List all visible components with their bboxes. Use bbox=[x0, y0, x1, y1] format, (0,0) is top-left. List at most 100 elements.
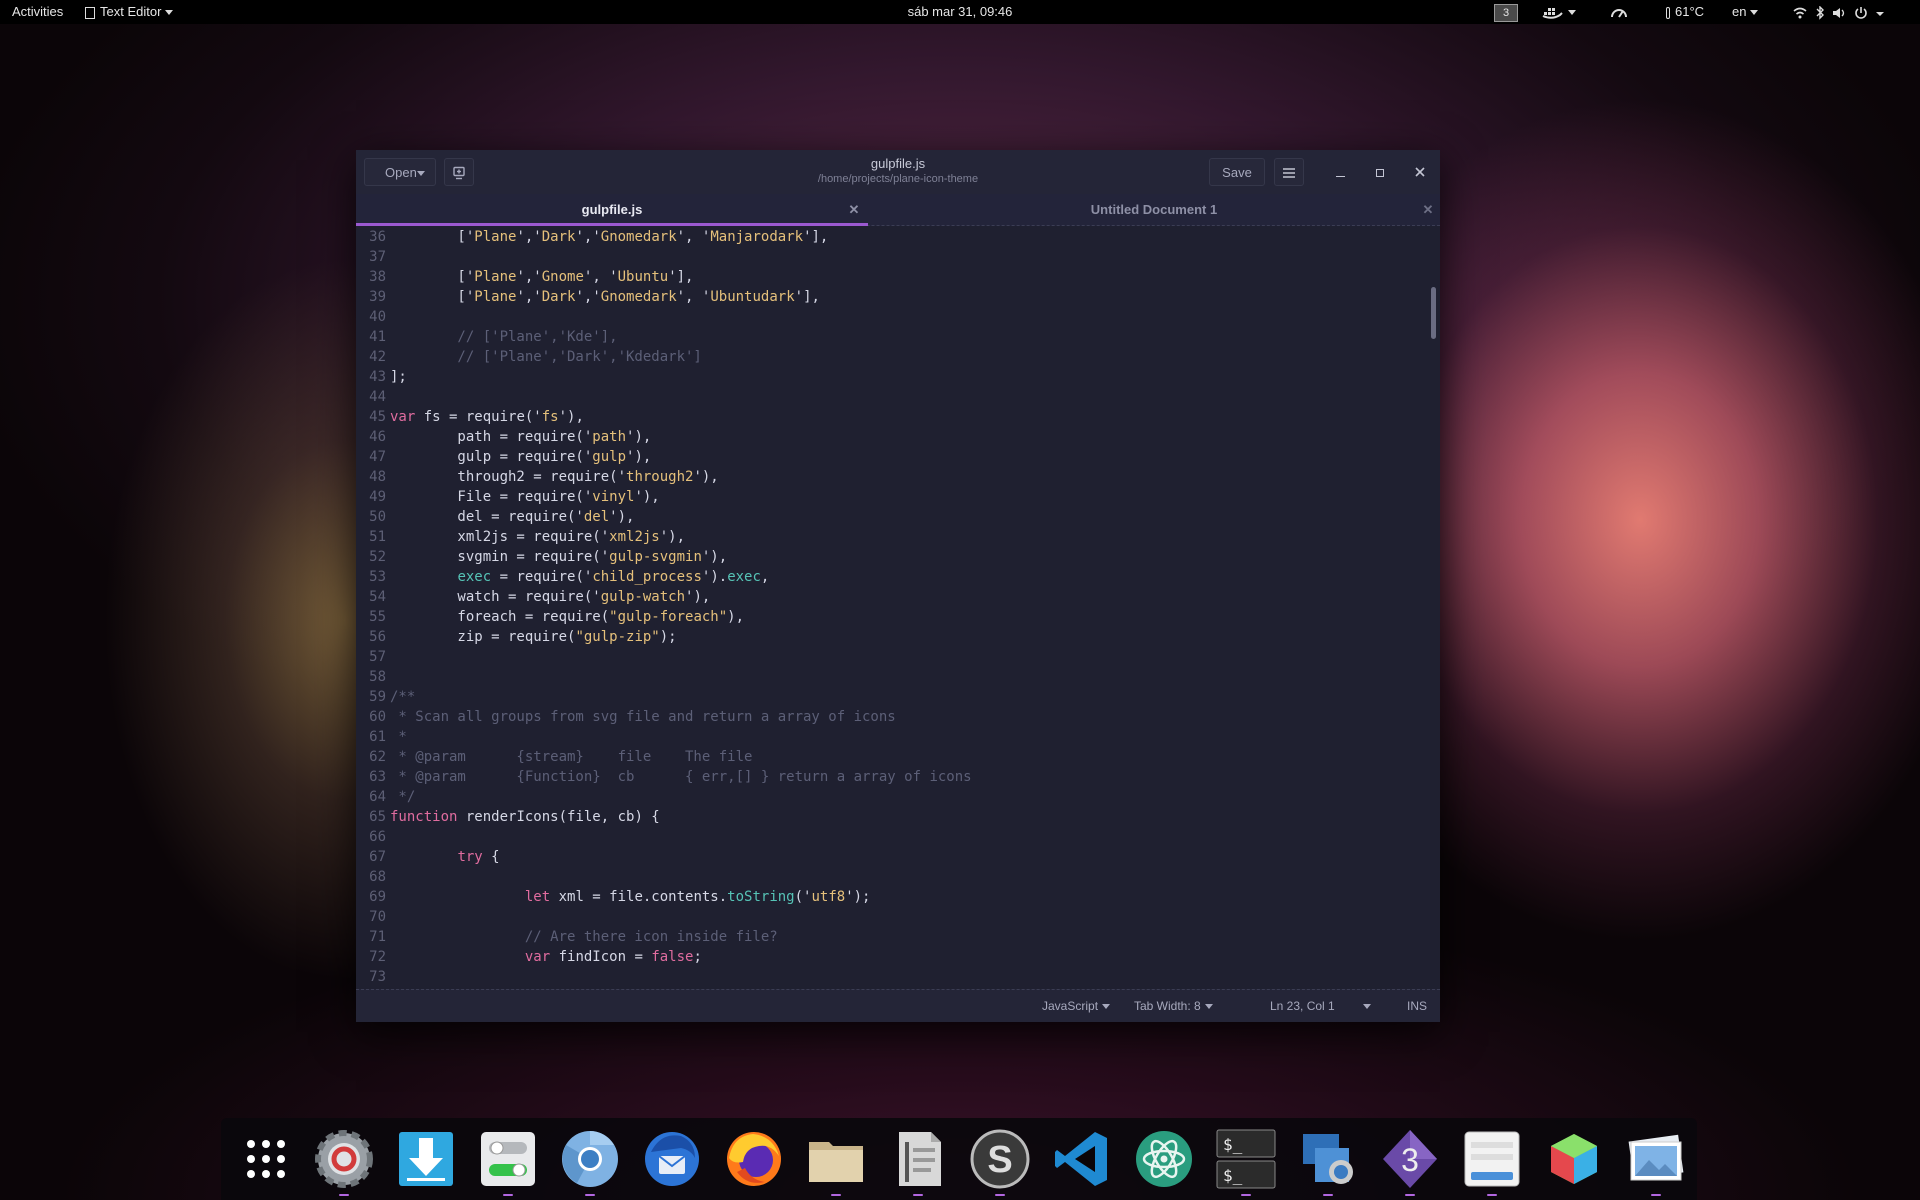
maximize-button[interactable] bbox=[1372, 164, 1388, 180]
cube-icon[interactable] bbox=[1543, 1128, 1605, 1190]
code-token: '], bbox=[803, 229, 829, 245]
code-line[interactable]: let xml = file.contents.toString('utf8')… bbox=[390, 887, 1420, 907]
keyboard-layout-menu[interactable]: en bbox=[1732, 0, 1759, 24]
code-line[interactable]: ['Plane','Gnome', 'Ubuntu'], bbox=[390, 267, 1420, 287]
code-line[interactable]: * Scan all groups from svg file and retu… bbox=[390, 707, 1420, 727]
code-line[interactable] bbox=[390, 967, 1420, 987]
code-line[interactable]: File = require('vinyl'), bbox=[390, 487, 1420, 507]
code-line[interactable] bbox=[390, 307, 1420, 327]
sublime-icon[interactable]: S bbox=[969, 1128, 1031, 1190]
close-icon[interactable]: ✕ bbox=[846, 194, 862, 226]
code-line[interactable]: gulp = require('gulp'), bbox=[390, 447, 1420, 467]
dock: S $_ $_ 3 bbox=[221, 1118, 1697, 1200]
code-token: '), bbox=[626, 449, 652, 465]
workspace-indicator[interactable]: 3 bbox=[1494, 0, 1518, 24]
code-line[interactable]: * bbox=[390, 727, 1420, 747]
line-number: 49 bbox=[369, 489, 386, 505]
code-line[interactable] bbox=[390, 907, 1420, 927]
line-number: 38 bbox=[369, 269, 386, 285]
code-line[interactable]: * @param {Function} cb { err,[] } return… bbox=[390, 767, 1420, 787]
code-token: '), bbox=[659, 529, 686, 545]
code-line[interactable]: ['Plane','Dark','Gnomedark', 'Ubuntudark… bbox=[390, 287, 1420, 307]
line-number: 48 bbox=[369, 469, 386, 485]
code-line[interactable]: foreach = require("gulp-foreach"), bbox=[390, 607, 1420, 627]
close-icon[interactable]: ✕ bbox=[1420, 194, 1436, 226]
system-monitor-indicator[interactable] bbox=[1610, 0, 1628, 24]
code-line[interactable]: var findIcon = false; bbox=[390, 947, 1420, 967]
temperature-indicator[interactable]: 61°C bbox=[1666, 0, 1704, 24]
code-line[interactable]: zip = require("gulp-zip"); bbox=[390, 627, 1420, 647]
code-line[interactable]: try { bbox=[390, 847, 1420, 867]
thunderbird-icon[interactable] bbox=[641, 1128, 703, 1190]
system-menu[interactable] bbox=[1792, 0, 1902, 24]
screenshot-icon[interactable] bbox=[1297, 1128, 1359, 1190]
downloader-icon[interactable] bbox=[395, 1128, 457, 1190]
activities-button[interactable]: Activities bbox=[12, 0, 63, 24]
gtk-designer-icon[interactable] bbox=[1461, 1128, 1523, 1190]
close-button[interactable] bbox=[1412, 164, 1428, 180]
apps-grid-icon[interactable] bbox=[235, 1128, 297, 1190]
line-number: 69 bbox=[369, 889, 386, 905]
archive-icon[interactable] bbox=[887, 1128, 949, 1190]
code-line[interactable]: del = require('del'), bbox=[390, 507, 1420, 527]
code-line[interactable] bbox=[390, 867, 1420, 887]
firefox-icon[interactable] bbox=[723, 1128, 785, 1190]
image-viewer-icon[interactable] bbox=[1625, 1128, 1687, 1190]
line-number: 73 bbox=[369, 969, 386, 985]
files-icon[interactable] bbox=[805, 1128, 867, 1190]
tab-untitled-document[interactable]: Untitled Document 1 ✕ bbox=[868, 194, 1440, 226]
menu-button[interactable] bbox=[1274, 158, 1304, 186]
code-line[interactable]: ]; bbox=[390, 367, 1420, 387]
code-line[interactable] bbox=[390, 827, 1420, 847]
blender-icon[interactable]: 3 bbox=[1379, 1128, 1441, 1190]
code-line[interactable]: */ bbox=[390, 787, 1420, 807]
settings-icon[interactable] bbox=[313, 1128, 375, 1190]
running-indicator bbox=[913, 1194, 923, 1196]
line-number: 45 bbox=[369, 409, 386, 425]
vscode-icon[interactable] bbox=[1051, 1128, 1113, 1190]
language-selector[interactable]: JavaScript bbox=[1042, 990, 1111, 1022]
tweaks-icon[interactable] bbox=[477, 1128, 539, 1190]
code-token: [' bbox=[390, 289, 475, 305]
code-token: ), bbox=[727, 609, 745, 625]
code-line[interactable] bbox=[390, 647, 1420, 667]
code-line[interactable]: through2 = require('through2'), bbox=[390, 467, 1420, 487]
code-line[interactable]: svgmin = require('gulp-svgmin'), bbox=[390, 547, 1420, 567]
code-line[interactable] bbox=[390, 387, 1420, 407]
atom-icon[interactable] bbox=[1133, 1128, 1195, 1190]
code-token: child_process bbox=[592, 569, 702, 585]
code-line[interactable]: * @param {stream} file The file bbox=[390, 747, 1420, 767]
vertical-scrollbar[interactable] bbox=[1431, 287, 1436, 339]
minimize-button[interactable] bbox=[1332, 164, 1348, 180]
code-line[interactable]: var fs = require('fs'), bbox=[390, 407, 1420, 427]
code-line[interactable] bbox=[390, 667, 1420, 687]
code-line[interactable]: // ['Plane','Dark','Kdedark'] bbox=[390, 347, 1420, 367]
text-editor-window: Open gulpfile.js /home/projects/plane-ic… bbox=[356, 150, 1440, 1022]
tab-gulpfile[interactable]: gulpfile.js ✕ bbox=[356, 194, 868, 226]
code-line[interactable]: // Are there icon inside file? bbox=[390, 927, 1420, 947]
chromium-icon[interactable] bbox=[559, 1128, 621, 1190]
code-line[interactable]: // ['Plane','Kde'], bbox=[390, 327, 1420, 347]
cursor-position[interactable]: Ln 23, Col 1 bbox=[1270, 990, 1371, 1022]
code-token: // Are there icon inside file? bbox=[390, 929, 778, 945]
code-area[interactable]: ['Plane','Dark','Gnomedark', 'Manjarodar… bbox=[390, 227, 1420, 989]
tab-width-selector[interactable]: Tab Width: 8 bbox=[1134, 990, 1213, 1022]
code-line[interactable]: function renderIcons(file, cb) { bbox=[390, 807, 1420, 827]
code-line[interactable]: /** bbox=[390, 687, 1420, 707]
clock[interactable]: sáb mar 31, 09:46 bbox=[880, 0, 1040, 24]
terminal-icon[interactable]: $_ $_ bbox=[1215, 1128, 1277, 1190]
line-number: 42 bbox=[369, 349, 386, 365]
insert-mode-indicator[interactable]: INS bbox=[1407, 990, 1427, 1022]
docker-indicator[interactable] bbox=[1542, 0, 1576, 24]
code-line[interactable]: watch = require('gulp-watch'), bbox=[390, 587, 1420, 607]
app-menu[interactable]: Text Editor bbox=[85, 0, 174, 24]
code-line[interactable]: ['Plane','Dark','Gnomedark', 'Manjarodar… bbox=[390, 227, 1420, 247]
save-button[interactable]: Save bbox=[1209, 158, 1265, 186]
maximize-icon bbox=[1376, 169, 1384, 178]
code-line[interactable] bbox=[390, 247, 1420, 267]
code-line[interactable]: xml2js = require('xml2js'), bbox=[390, 527, 1420, 547]
code-editor[interactable]: 36 37 38 39 40 41 42 43 44 45 46 47 48 49 50 51 52 53 54 55… bbox=[356, 227, 1440, 989]
code-line[interactable]: path = require('path'), bbox=[390, 427, 1420, 447]
code-line[interactable]: exec = require('child_process').exec, bbox=[390, 567, 1420, 587]
